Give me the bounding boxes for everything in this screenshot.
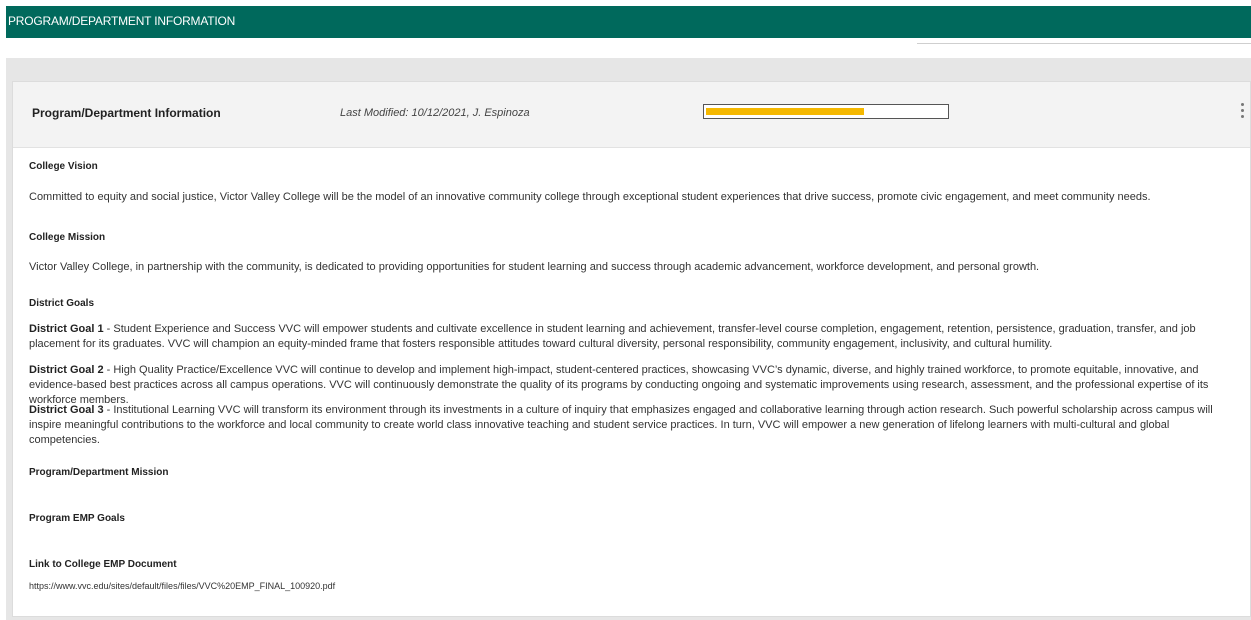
district-goal-3-text: - Institutional Learning VVC will transf… [29, 404, 1213, 446]
card-header: Program/Department Information Last Modi… [13, 82, 1250, 148]
last-modified: Last Modified: 10/12/2021, J. Espinoza [340, 107, 530, 119]
header-divider [917, 43, 1251, 44]
district-goal-1-title: District Goal 1 [29, 323, 104, 335]
emp-document-link[interactable]: https://www.vvc.edu/sites/default/files/… [29, 581, 335, 591]
college-mission-label: College Mission [29, 232, 106, 243]
college-vision-label: College Vision [29, 161, 98, 172]
program-mission-label: Program/Department Mission [29, 467, 169, 478]
district-goal-2-title: District Goal 2 [29, 364, 104, 376]
program-info-card: Program/Department Information Last Modi… [12, 81, 1251, 617]
page-header-title: PROGRAM/DEPARTMENT INFORMATION [8, 14, 236, 28]
district-goal-2: District Goal 2 - High Quality Practice/… [29, 363, 1241, 408]
card-title: Program/Department Information [32, 106, 221, 120]
progress-bar-fill [706, 108, 864, 115]
emp-document-label: Link to College EMP Document [29, 559, 177, 570]
program-emp-goals-label: Program EMP Goals [29, 513, 125, 524]
college-vision-text: Committed to equity and social justice, … [29, 191, 1151, 203]
college-mission-text: Victor Valley College, in partnership wi… [29, 261, 1040, 273]
district-goal-3: District Goal 3 - Institutional Learning… [29, 403, 1241, 448]
district-goal-1-text: - Student Experience and Success VVC wil… [29, 323, 1196, 350]
progress-bar [703, 104, 949, 119]
page-header-bar: PROGRAM/DEPARTMENT INFORMATION [6, 6, 1251, 38]
district-goal-3-title: District Goal 3 [29, 404, 104, 416]
district-goal-1: District Goal 1 - Student Experience and… [29, 322, 1241, 352]
district-goal-2-text: - High Quality Practice/Excellence VVC w… [29, 364, 1209, 406]
more-options-icon[interactable] [1241, 103, 1247, 121]
district-goals-label: District Goals [29, 298, 95, 309]
